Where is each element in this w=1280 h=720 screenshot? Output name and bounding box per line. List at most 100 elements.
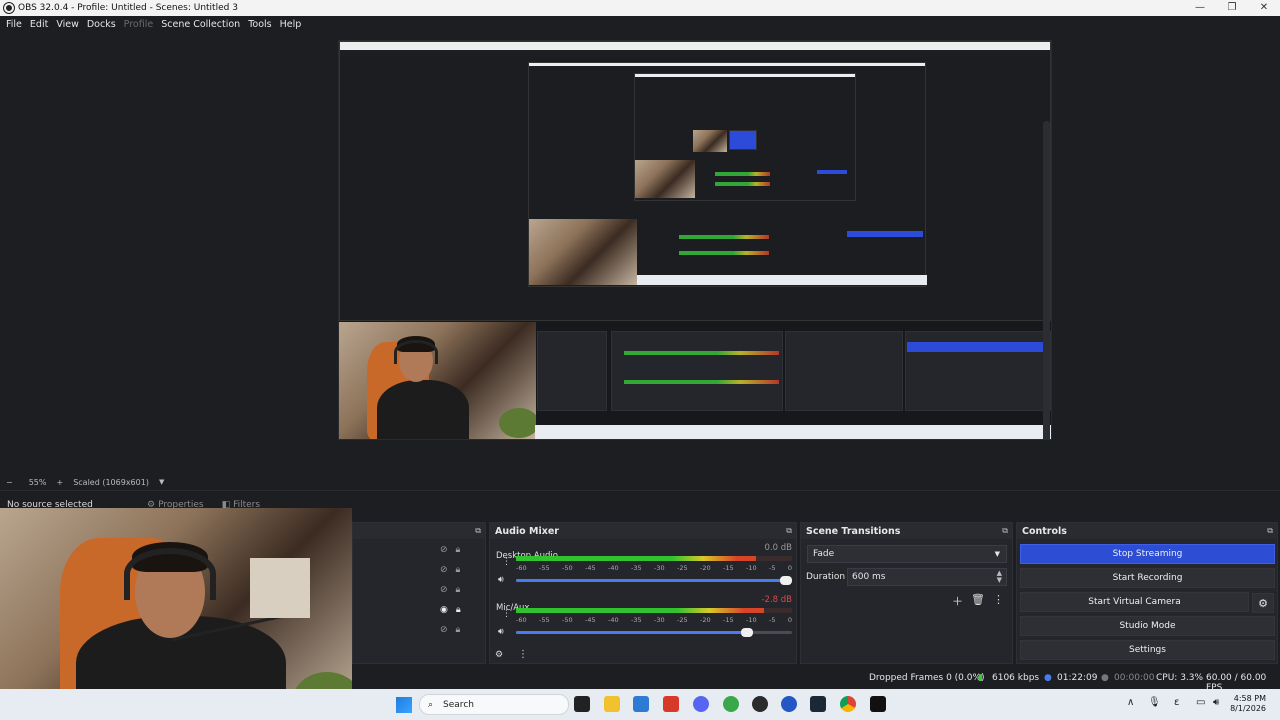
menu-scene-collection[interactable]: Scene Collection xyxy=(157,19,244,30)
mic-icon[interactable]: 🎙︎ xyxy=(1148,697,1161,708)
file-explorer-icon[interactable] xyxy=(604,696,620,712)
menu-help[interactable]: Help xyxy=(276,19,306,30)
audio-mixer-title: Audio Mixer xyxy=(495,525,559,537)
app-icon-red[interactable] xyxy=(663,696,679,712)
meter-tick-label: -5 xyxy=(769,564,776,572)
mixer-menu-icon[interactable]: ⋮ xyxy=(518,649,528,660)
visibility-hidden-icon[interactable]: ⊘ xyxy=(440,545,448,559)
signal-icon: ▮ xyxy=(978,673,983,683)
studio-mode-button[interactable]: Studio Mode xyxy=(1020,616,1275,636)
meter-tick-label: -15 xyxy=(723,564,734,572)
scale-mode: Scaled (1069x601) xyxy=(73,477,149,487)
taskview-icon[interactable] xyxy=(574,696,590,712)
duration-field[interactable]: 600 ms ▲ ▼ xyxy=(847,568,1007,586)
search-icon: ⌕ xyxy=(428,699,434,710)
lock-icon[interactable]: 🔒︎ xyxy=(456,545,461,559)
meter-tick-label: -45 xyxy=(585,564,596,572)
zoom-out-button[interactable]: − xyxy=(6,478,13,487)
restore-button[interactable]: ❐ xyxy=(1216,0,1248,16)
start-virtual-camera-button[interactable]: Start Virtual Camera xyxy=(1020,592,1249,612)
spin-arrows-icon[interactable]: ▲ ▼ xyxy=(997,570,1002,584)
dock-float-icon[interactable]: ⧉ xyxy=(786,526,792,536)
clock-date: 8/1/2026 xyxy=(1230,704,1266,713)
scene-transitions-title: Scene Transitions xyxy=(806,525,901,537)
channel-menu-icon[interactable]: ⋮ xyxy=(502,557,511,567)
dock-float-icon[interactable]: ⧉ xyxy=(1002,526,1008,536)
taskbar-search[interactable]: ⌕ Search xyxy=(419,694,569,715)
dock-float-icon[interactable]: ⧉ xyxy=(475,526,481,536)
menu-edit[interactable]: Edit xyxy=(26,19,52,30)
menu-file[interactable]: File xyxy=(2,19,26,30)
trash-icon[interactable]: 🗑︎ xyxy=(971,593,985,609)
meter-tick-label: -30 xyxy=(654,616,665,624)
meter-tick-label: 0 xyxy=(787,616,792,624)
meter-tick-label: -25 xyxy=(677,616,688,624)
speaker-icon[interactable]: 🔊︎ xyxy=(498,575,504,585)
source-row-4[interactable]: ◉ 🔒︎ xyxy=(440,605,480,619)
lock-icon[interactable]: 🔒︎ xyxy=(456,585,461,599)
source-row-3[interactable]: ⊘ 🔒︎ xyxy=(440,585,480,599)
menu-docks[interactable]: Docks xyxy=(83,19,120,30)
zoom-level: 55% xyxy=(28,477,47,487)
app-icon-green[interactable] xyxy=(723,696,739,712)
zoom-in-button[interactable]: + xyxy=(56,478,63,487)
meter-tick-label: -20 xyxy=(700,616,711,624)
dock-float-icon[interactable]: ⧉ xyxy=(1267,526,1273,536)
meter-tick-label: -5 xyxy=(769,616,776,624)
language-icon[interactable]: ε xyxy=(1174,697,1179,708)
transition-menu-icon[interactable]: ⋮ xyxy=(993,593,1004,609)
record-time: 00:00:00 xyxy=(1114,673,1155,683)
lock-icon[interactable]: 🔒︎ xyxy=(456,605,461,619)
source-row-5[interactable]: ⊘ 🔒︎ xyxy=(440,625,480,639)
channel-menu-icon[interactable]: ⋮ xyxy=(502,609,511,619)
lock-icon[interactable]: 🔒︎ xyxy=(456,565,461,579)
source-row-2[interactable]: ⊘ 🔒︎ xyxy=(440,565,480,579)
visibility-hidden-icon[interactable]: ⊘ xyxy=(440,625,448,639)
stop-streaming-button[interactable]: Stop Streaming xyxy=(1020,544,1275,564)
start-recording-button[interactable]: Start Recording xyxy=(1020,568,1275,588)
streaming-icon: ● xyxy=(1044,673,1052,683)
windows-start-icon[interactable] xyxy=(396,697,412,713)
meter-tick-label: -15 xyxy=(723,616,734,624)
steam-icon[interactable] xyxy=(810,696,826,712)
source-row-1[interactable]: ⊘ 🔒︎ xyxy=(440,545,480,559)
lock-icon[interactable]: 🔒︎ xyxy=(456,625,461,639)
scale-dropdown-icon[interactable]: ▼ xyxy=(159,478,164,486)
network-icon[interactable]: ▭ xyxy=(1196,697,1205,708)
close-button[interactable]: ✕ xyxy=(1248,0,1280,16)
app-icon-blue[interactable] xyxy=(781,696,797,712)
preview-canvas[interactable] xyxy=(338,40,1052,440)
gear-icon: ⚙ xyxy=(1258,597,1268,610)
meter-tick-label: -40 xyxy=(608,616,619,624)
visibility-hidden-icon[interactable]: ⊘ xyxy=(440,565,448,579)
volume-icon[interactable]: 🔊︎ xyxy=(1213,697,1219,708)
tray-chevron-icon[interactable]: ∧ xyxy=(1127,697,1134,708)
store-icon[interactable] xyxy=(633,696,649,712)
clock[interactable]: 4:58 PM 8/1/2026 xyxy=(1230,694,1266,714)
menu-view[interactable]: View xyxy=(52,19,83,30)
visibility-hidden-icon[interactable]: ⊘ xyxy=(440,585,448,599)
bitrate: 6106 kbps xyxy=(992,673,1040,683)
minimize-button[interactable]: — xyxy=(1184,0,1216,16)
preview-area[interactable] xyxy=(0,32,1280,484)
chrome-icon[interactable] xyxy=(840,696,856,712)
channel-mic-aux: Mic/Aux -2.8 dB ⋮ -60 -55 -50 -45 -40 -35 -30-… xyxy=(496,595,792,645)
obs-taskbar-icon[interactable] xyxy=(752,696,768,712)
volume-slider[interactable] xyxy=(516,628,792,637)
controls-title: Controls xyxy=(1022,525,1067,537)
mixer-settings-icon[interactable]: ⚙ xyxy=(495,650,503,660)
speaker-icon[interactable]: 🔊︎ xyxy=(498,627,504,637)
add-transition-icon[interactable]: ＋ xyxy=(952,593,963,609)
visibility-eye-icon[interactable]: ◉ xyxy=(440,605,448,619)
volume-slider[interactable] xyxy=(516,576,792,585)
headset xyxy=(124,548,216,600)
transition-select[interactable]: Fade ▼ xyxy=(807,545,1007,563)
menu-profile[interactable]: Profile xyxy=(120,19,158,30)
virtual-camera-settings-button[interactable]: ⚙ xyxy=(1252,593,1274,613)
app-icon-terminal[interactable] xyxy=(870,696,886,712)
app-icon-discord[interactable] xyxy=(693,696,709,712)
meter-tick-label: -10 xyxy=(746,616,757,624)
settings-button[interactable]: Settings xyxy=(1020,640,1275,660)
menu-tools[interactable]: Tools xyxy=(244,19,275,30)
chevron-down-icon: ▼ xyxy=(994,550,1000,558)
